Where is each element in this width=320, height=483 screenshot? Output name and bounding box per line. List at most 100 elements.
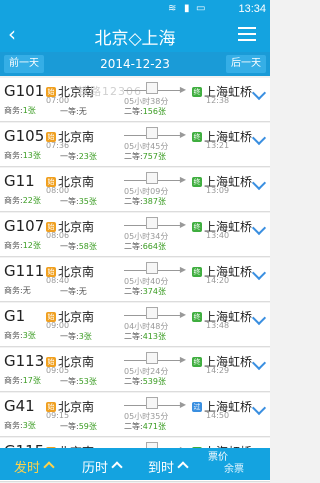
departure-time: 08:00: [46, 186, 70, 195]
train-row[interactable]: G101 商务:1张始北京南 07:00 一等:无 铁路12306 ▶ 05小时38分 二等:…: [0, 78, 270, 122]
end-badge: 终: [192, 222, 202, 232]
first-class-seats: 一等:无: [60, 287, 87, 296]
train-number: G41: [4, 397, 35, 415]
departure-time: 09:00: [46, 321, 70, 330]
chevron-down-icon[interactable]: [251, 265, 267, 281]
arrow-right-icon: ▶: [179, 265, 186, 274]
train-number: G1: [4, 307, 26, 325]
arrow-right-icon: ▶: [179, 310, 186, 319]
arrow-right-icon: ▶: [179, 220, 186, 229]
tab-label: 历时: [82, 461, 109, 476]
arrival-time: 13:09: [206, 186, 230, 195]
second-class-seats: 二等:539张: [124, 377, 166, 386]
departure-time: 08:40: [46, 276, 70, 285]
business-seats: 商务:12张: [4, 241, 41, 250]
price-label: 票价: [208, 452, 228, 463]
departure-time: 07:00: [46, 96, 70, 105]
end-badge: 终: [192, 177, 202, 187]
seat-label: 余票: [224, 464, 244, 475]
chevron-down-icon[interactable]: [251, 175, 267, 191]
departure-time: 09:05: [46, 366, 70, 375]
route-arrow: ▶: [124, 172, 186, 186]
schedule-icon: [146, 217, 158, 229]
second-class-seats: 二等:664张: [124, 242, 166, 251]
arrival-time: 12:38: [206, 96, 230, 105]
arrival-time: 14:50: [206, 411, 230, 420]
train-row[interactable]: G1 商务:3张始北京南 09:00 一等:3张 ▶ 04小时48分 二等:413张终上海虹…: [0, 303, 270, 347]
first-class-seats: 一等:59张: [60, 422, 97, 431]
schedule-icon: [146, 307, 158, 319]
price-seat-toggle[interactable]: 票价 余票: [208, 452, 244, 476]
second-class-seats: 二等:413张: [124, 332, 166, 341]
second-class-seats: 二等:387张: [124, 197, 166, 206]
business-seats: 商务:22张: [4, 196, 41, 205]
chevron-down-icon[interactable]: [251, 85, 267, 101]
second-class-seats: 二等:374张: [124, 287, 166, 296]
sort-departure-tab[interactable]: 发时: [14, 457, 55, 476]
second-class-seats: 二等:757张: [124, 152, 166, 161]
route-arrow: ▶: [124, 82, 186, 96]
chevron-up-icon: [111, 461, 123, 473]
train-row[interactable]: G41 商务:3张始北京南 09:15 一等:59张 ▶ 05小时35分 二等:471张过上…: [0, 393, 270, 437]
arrival-time: 13:40: [206, 231, 230, 240]
arrival-time: 13:21: [206, 141, 230, 150]
arrow-right-icon: ▶: [179, 355, 186, 364]
end-badge: 过: [192, 402, 202, 412]
schedule-icon: [146, 352, 158, 364]
second-class-seats: 二等:471张: [124, 422, 166, 431]
chevron-down-icon[interactable]: [251, 355, 267, 371]
business-seats: 商务:3张: [4, 331, 36, 340]
sort-duration-tab[interactable]: 历时: [82, 457, 123, 476]
train-row[interactable]: G113 商务:17张始北京南 09:05 一等:53张 ▶ 05小时24分 二等:539张…: [0, 348, 270, 392]
chevron-down-icon[interactable]: [251, 220, 267, 236]
first-class-seats: 一等:58张: [60, 242, 97, 251]
header: ‹ 北京◇上海: [0, 18, 270, 52]
departure-time: 09:15: [46, 411, 70, 420]
route-arrow: ▶: [124, 397, 186, 411]
route-arrow: ▶: [124, 127, 186, 141]
next-day-button[interactable]: 后一天: [226, 55, 266, 73]
route-arrow: ▶: [124, 307, 186, 321]
train-number: G107: [4, 217, 45, 235]
schedule-icon: [146, 127, 158, 139]
business-seats: 商务:无: [4, 286, 31, 295]
chevron-up-icon: [43, 461, 55, 473]
schedule-icon: [146, 172, 158, 184]
status-time: 13:34: [238, 3, 266, 15]
train-row[interactable]: G11 商务:22张始北京南 08:00 一等:35张 ▶ 05小时09分 二等:387张终…: [0, 168, 270, 212]
train-number: G111: [4, 262, 45, 280]
arrow-right-icon: ▶: [179, 175, 186, 184]
chevron-down-icon[interactable]: [251, 130, 267, 146]
arrival-time: 14:20: [206, 276, 230, 285]
train-row[interactable]: G107 商务:12张始北京南 08:06 一等:58张 ▶ 05小时34分 二等:664张…: [0, 213, 270, 257]
schedule-icon: [146, 82, 158, 94]
train-number: G101: [4, 82, 45, 100]
chevron-down-icon[interactable]: [251, 310, 267, 326]
schedule-icon: [146, 397, 158, 409]
bottom-sort-bar: 发时 历时 到时 票价 余票: [0, 448, 270, 480]
arrow-right-icon: ▶: [179, 400, 186, 409]
first-class-seats: 一等:53张: [60, 377, 97, 386]
menu-icon[interactable]: [238, 27, 256, 45]
tab-label: 到时: [148, 461, 175, 476]
end-badge: 终: [192, 267, 202, 277]
first-class-seats: 一等:无: [60, 107, 87, 116]
first-class-seats: 一等:35张: [60, 197, 97, 206]
arrow-right-icon: ▶: [179, 130, 186, 139]
route-arrow: ▶: [124, 352, 186, 366]
second-class-seats: 二等:156张: [124, 107, 166, 116]
train-number: G105: [4, 127, 45, 145]
signal-icon: ▮: [184, 3, 190, 14]
sort-arrival-tab[interactable]: 到时: [148, 457, 189, 476]
route-arrow: ▶: [124, 217, 186, 231]
train-row[interactable]: G111 商务:无始北京南 08:40 一等:无 ▶ 05小时40分 二等:374张终上海虹…: [0, 258, 270, 302]
end-badge: 终: [192, 357, 202, 367]
train-row[interactable]: G105 商务:13张始北京南 07:36 一等:23张 ▶ 05小时45分 二等:757张…: [0, 123, 270, 167]
tab-label: 发时: [14, 461, 41, 476]
train-number: G113: [4, 352, 45, 370]
departure-time: 08:06: [46, 231, 70, 240]
chevron-down-icon[interactable]: [251, 400, 267, 416]
first-class-seats: 一等:23张: [60, 152, 97, 161]
train-list: G101 商务:1张始北京南 07:00 一等:无 铁路12306 ▶ 05小时38分 二等:…: [0, 78, 270, 483]
first-class-seats: 一等:3张: [60, 332, 92, 341]
